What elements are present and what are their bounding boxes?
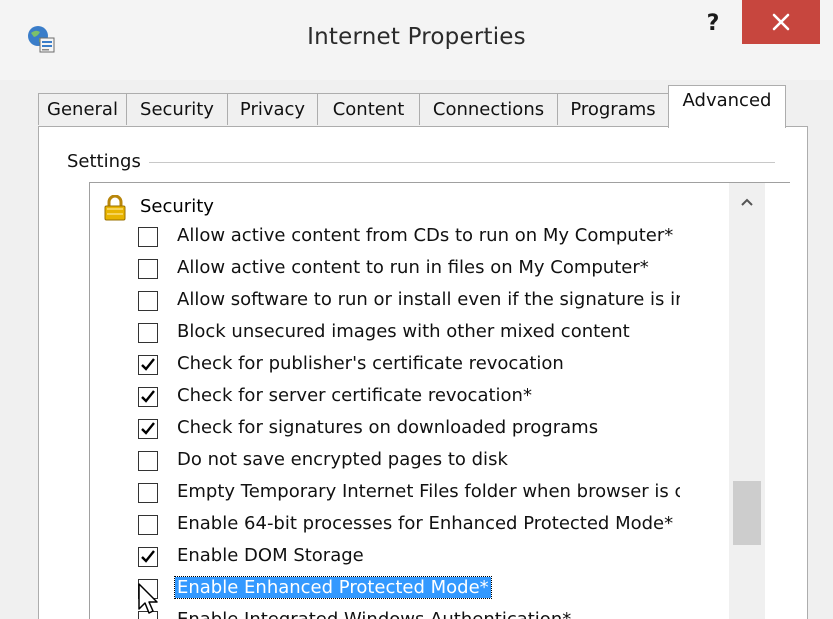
tab-advanced[interactable]: Advanced — [668, 85, 786, 128]
help-button[interactable]: ? — [695, 10, 731, 46]
checkbox[interactable] — [138, 259, 158, 279]
setting-item[interactable]: Enable DOM Storage — [138, 543, 738, 571]
chevron-down-icon — [729, 613, 765, 619]
setting-item[interactable]: Block unsecured images with other mixed … — [138, 319, 738, 347]
tab-content[interactable]: Content — [317, 93, 420, 125]
setting-label: Enable Integrated Windows Authentication… — [177, 609, 571, 619]
checkbox[interactable] — [138, 483, 158, 503]
advanced-panel: Settings Security Allow active content f… — [38, 126, 808, 619]
checkbox[interactable] — [138, 451, 158, 471]
checkbox[interactable] — [138, 419, 158, 439]
tab-strip: General Security Privacy Content Connect… — [38, 85, 828, 128]
setting-label: Empty Temporary Internet Files folder wh… — [177, 481, 680, 502]
settings-group-label: Settings — [67, 151, 149, 172]
checkbox[interactable] — [138, 515, 158, 535]
setting-label: Check for signatures on downloaded progr… — [177, 417, 599, 438]
checkbox[interactable] — [138, 355, 158, 375]
title-bar: Internet Properties ? — [0, 0, 833, 80]
setting-item[interactable]: Enable Integrated Windows Authentication… — [138, 607, 738, 619]
setting-item[interactable]: Do not save encrypted pages to disk — [138, 447, 738, 475]
tab-general[interactable]: General — [38, 93, 127, 125]
checkbox[interactable] — [138, 291, 158, 311]
scroll-up-button[interactable] — [729, 183, 765, 219]
setting-item[interactable]: Enable 64-bit processes for Enhanced Pro… — [138, 511, 738, 539]
group-divider — [147, 162, 775, 163]
tab-privacy[interactable]: Privacy — [227, 93, 318, 125]
tab-security[interactable]: Security — [126, 93, 228, 125]
setting-item[interactable]: Empty Temporary Internet Files folder wh… — [138, 479, 738, 507]
setting-label: Enable 64-bit processes for Enhanced Pro… — [177, 513, 674, 534]
mouse-cursor-icon — [138, 583, 160, 619]
chevron-up-icon — [741, 198, 753, 206]
checkmark-icon — [141, 358, 155, 371]
setting-label: Enable DOM Storage — [177, 545, 364, 566]
checkbox[interactable] — [138, 323, 158, 343]
setting-item[interactable]: Check for server certificate revocation* — [138, 383, 738, 411]
category-label: Security — [140, 196, 214, 217]
internet-properties-window: Internet Properties ? General Security P… — [0, 0, 833, 619]
setting-label: Do not save encrypted pages to disk — [177, 449, 508, 470]
close-button[interactable] — [742, 0, 820, 44]
checkmark-icon — [141, 390, 155, 403]
tab-connections[interactable]: Connections — [419, 93, 558, 125]
tab-programs[interactable]: Programs — [557, 93, 669, 125]
setting-label: Allow active content to run in files on … — [177, 257, 649, 278]
setting-label: Allow active content from CDs to run on … — [177, 225, 674, 246]
setting-label-selected: Enable Enhanced Protected Mode* — [174, 576, 492, 599]
settings-tree[interactable]: Security Allow active content from CDs t… — [89, 182, 790, 619]
vertical-scrollbar[interactable] — [729, 183, 765, 619]
setting-label: Allow software to run or install even if… — [177, 289, 680, 310]
lock-icon — [102, 194, 128, 225]
setting-item[interactable]: Allow active content to run in files on … — [138, 255, 738, 283]
checkmark-icon — [141, 422, 155, 435]
setting-item[interactable]: Allow active content from CDs to run on … — [138, 223, 738, 251]
setting-item[interactable]: Check for publisher's certificate revoca… — [138, 351, 738, 379]
checkmark-icon — [141, 550, 155, 563]
checkbox[interactable] — [138, 387, 158, 407]
scroll-thumb[interactable] — [733, 481, 761, 545]
close-icon — [772, 13, 790, 31]
setting-item-selected[interactable]: Enable Enhanced Protected Mode* — [138, 575, 738, 603]
scroll-down-button[interactable] — [729, 613, 765, 619]
setting-label: Check for publisher's certificate revoca… — [177, 353, 564, 374]
setting-item[interactable]: Allow software to run or install even if… — [138, 287, 738, 315]
setting-label: Block unsecured images with other mixed … — [177, 321, 630, 342]
setting-item[interactable]: Check for signatures on downloaded progr… — [138, 415, 738, 443]
checkbox[interactable] — [138, 547, 158, 567]
setting-label: Check for server certificate revocation* — [177, 385, 532, 406]
checkbox[interactable] — [138, 227, 158, 247]
